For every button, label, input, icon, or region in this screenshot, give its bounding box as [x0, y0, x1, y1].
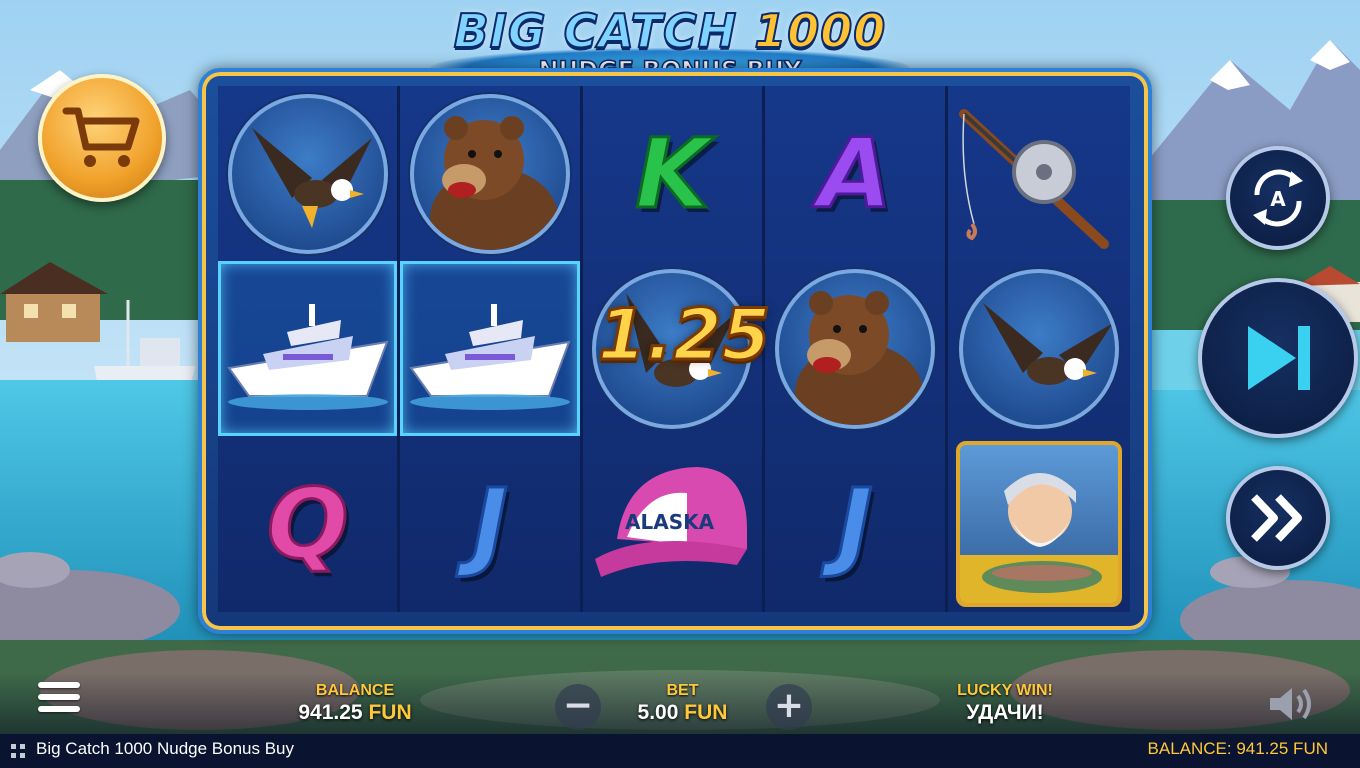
letter-k: K — [634, 117, 711, 230]
status-game-title: Big Catch 1000 Nudge Bonus Buy — [36, 739, 295, 758]
autoplay-icon: A — [1253, 169, 1303, 227]
cart-icon — [62, 107, 140, 167]
logo-title: BIG CATCH 1000 — [400, 3, 940, 59]
hamburger-icon — [38, 682, 80, 712]
eagle-medal — [958, 268, 1119, 429]
status-bar: Big Catch 1000 Nudge Bonus Buy BALANCE: … — [0, 734, 1360, 768]
fishing-rod-icon — [958, 108, 1109, 249]
bet-decrease-button[interactable]: − — [555, 684, 601, 730]
symbol-boat — [218, 261, 398, 436]
balance-value: 941.25 FUN — [270, 701, 440, 725]
symbol-boat — [400, 261, 580, 436]
balance-display: BALANCE 941.25 FUN — [270, 682, 440, 725]
symbol-bear — [400, 86, 579, 261]
menu-button[interactable] — [38, 682, 80, 722]
symbol-fishing-rod — [948, 86, 1130, 261]
bear-icon — [430, 115, 559, 250]
cap-icon: ALASKA — [595, 466, 748, 577]
grid-icon — [11, 744, 25, 758]
eagle-medal — [227, 93, 388, 254]
autoplay-button[interactable]: A — [1226, 146, 1330, 250]
speaker-icon — [1270, 688, 1311, 720]
reel-4: A J — [765, 86, 948, 612]
bear-medal — [774, 268, 935, 429]
symbol-fisherman — [948, 436, 1130, 611]
bear-icon — [794, 290, 923, 425]
letter-a: A — [816, 117, 893, 230]
symbol-bear — [765, 261, 944, 436]
balance-label: BALANCE — [315, 682, 395, 699]
letter-j: J — [471, 467, 510, 580]
symbol-k: K — [583, 86, 762, 261]
letter-j: J — [836, 467, 875, 580]
svg-text:A: A — [1270, 187, 1286, 211]
balance-currency: FUN — [368, 701, 412, 724]
yacht-icon — [409, 303, 571, 410]
buy-bonus-button[interactable] — [38, 74, 166, 202]
logo-title-number: 1000 — [753, 3, 887, 59]
bear-medal — [410, 93, 571, 254]
eagle-icon — [251, 127, 372, 228]
symbol-eagle — [218, 86, 397, 261]
letter-q: Q — [265, 467, 350, 580]
bet-value: 5.00 FUN — [610, 701, 755, 725]
fast-forward-icon — [1251, 494, 1302, 542]
symbol-q: Q — [218, 436, 397, 611]
lucky-win-message: LUCKY WIN! УДАЧИ! — [930, 682, 1080, 725]
logo-title-text: BIG CATCH — [453, 3, 738, 59]
bet-increase-button[interactable]: + — [766, 684, 812, 730]
win-amount: 1.25 — [596, 293, 772, 378]
spin-button[interactable] — [1198, 278, 1358, 438]
fisherman-wild — [955, 440, 1122, 607]
reel-5 — [947, 86, 1130, 612]
yacht-icon — [226, 303, 389, 410]
reel-2: J — [400, 86, 583, 612]
sound-button[interactable] — [1266, 684, 1314, 724]
lucky-text: УДАЧИ! — [966, 701, 1044, 724]
turbo-button[interactable] — [1226, 466, 1330, 570]
cap-text: ALASKA — [625, 510, 715, 534]
symbol-a: A — [765, 86, 944, 261]
bet-amount: 5.00 — [637, 701, 679, 724]
bet-currency: FUN — [684, 701, 728, 724]
eagle-icon — [982, 302, 1113, 385]
lucky-label: LUCKY WIN! — [957, 682, 1053, 699]
bet-label: BET — [666, 682, 699, 699]
symbol-j: J — [400, 436, 579, 611]
symbol-cap: ALASKA — [583, 436, 762, 611]
bet-display: BET 5.00 FUN — [610, 682, 755, 725]
reel-1: Q — [218, 86, 401, 612]
status-balance: BALANCE: 941.25 FUN — [1147, 739, 1328, 758]
symbol-eagle — [948, 261, 1130, 436]
skip-icon — [1248, 326, 1310, 390]
symbol-j: J — [765, 436, 944, 611]
fisherman-icon — [959, 472, 1118, 603]
balance-amount: 941.25 — [298, 701, 363, 724]
